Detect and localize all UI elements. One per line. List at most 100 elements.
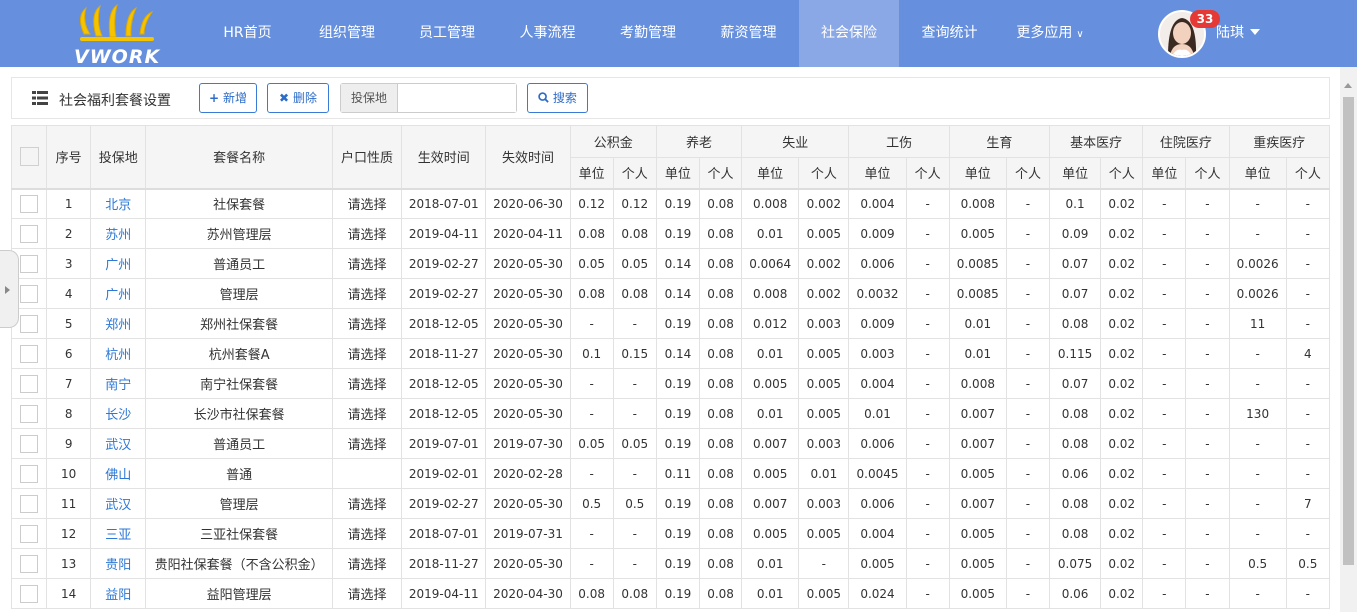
- cell-rate: -: [1285, 398, 1330, 429]
- cell-rate: -: [1005, 488, 1051, 519]
- scroll-up-arrow-icon[interactable]: [1344, 83, 1352, 88]
- cell-location-link[interactable]: 佛山: [90, 458, 147, 489]
- row-checkbox[interactable]: [20, 284, 39, 303]
- table-row[interactable]: 1 北京 社保套餐 请选择 2018-07-01 2020-06-30 0.12 0.12 0.…: [11, 187, 1330, 219]
- cell-end-date: 2020-05-30: [485, 398, 571, 429]
- nav-item-hr-home[interactable]: HR首页: [198, 0, 297, 67]
- table-row[interactable]: 4 广州 管理层 请选择 2019-02-27 2020-05-30 0.08 0.08 0.1…: [11, 278, 1330, 309]
- cell-rate: -: [1142, 458, 1187, 489]
- cell-location-link[interactable]: 南宁: [90, 368, 147, 399]
- row-checkbox[interactable]: [20, 314, 39, 333]
- col-start-date[interactable]: 生效时间: [401, 125, 487, 189]
- cell-rate: 0.007: [948, 428, 1007, 459]
- delete-button[interactable]: ✖ 删除: [267, 83, 329, 113]
- row-checkbox[interactable]: [20, 524, 39, 543]
- col-location[interactable]: 投保地: [90, 125, 147, 189]
- cell-rate: 0.002: [798, 248, 850, 279]
- cell-location-link[interactable]: 贵阳: [90, 548, 147, 579]
- col-seq: 序号: [46, 125, 92, 189]
- cell-location-link[interactable]: 益阳: [90, 578, 147, 609]
- row-checkbox[interactable]: [20, 224, 39, 243]
- table-row[interactable]: 5 郑州 郑州社保套餐 请选择 2018-12-05 2020-05-30- -0.19 0.…: [11, 308, 1330, 339]
- cell-location-link[interactable]: 武汉: [90, 488, 147, 519]
- cell-rate: 0.11: [655, 458, 700, 489]
- cell-location-link[interactable]: 广州: [90, 248, 147, 279]
- cell-rate: -: [905, 428, 950, 459]
- cell-end-date: 2020-05-30: [485, 248, 571, 279]
- cell-rate: -: [905, 278, 950, 309]
- side-panel-toggle[interactable]: [0, 250, 19, 328]
- nav-item-org[interactable]: 组织管理: [297, 0, 397, 67]
- cell-location-link[interactable]: 长沙: [90, 398, 147, 429]
- table-row[interactable]: 14 益阳 益阳管理层 请选择 2019-04-11 2020-04-30 0.08 0.08…: [11, 578, 1330, 609]
- cell-rate: 0.12: [612, 187, 657, 219]
- search-button[interactable]: 搜索: [527, 83, 588, 113]
- row-checkbox[interactable]: [20, 554, 39, 573]
- vertical-scrollbar[interactable]: [1340, 67, 1357, 612]
- table-row[interactable]: 3 广州 普通员工 请选择 2019-02-27 2020-05-30 0.05 0.05 0.…: [11, 248, 1330, 279]
- table-row[interactable]: 8 长沙 长沙市社保套餐 请选择 2018-12-05 2020-05-30- -0.19 0…: [11, 398, 1330, 429]
- cell-rate: -: [905, 458, 950, 489]
- cell-rate: -: [1285, 248, 1330, 279]
- cell-location-link[interactable]: 杭州: [90, 338, 147, 369]
- cell-rate: -: [905, 187, 950, 219]
- vwork-logo[interactable]: VWORK: [70, 4, 162, 68]
- cell-rate: 0.0085: [948, 278, 1007, 309]
- nav-item-employees[interactable]: 员工管理: [397, 0, 497, 67]
- cell-rate: -: [1228, 368, 1287, 399]
- cell-rate: -: [1228, 187, 1287, 219]
- cell-rate: 0.008: [948, 368, 1007, 399]
- cell-rate: 0.0085: [948, 248, 1007, 279]
- col-hukou[interactable]: 户口性质: [331, 125, 403, 189]
- cell-location-link[interactable]: 苏州: [90, 218, 147, 249]
- row-checkbox[interactable]: [20, 404, 39, 423]
- table-row[interactable]: 11 武汉 管理层 请选择 2019-02-27 2020-05-30 0.5 0.5 0.19…: [11, 488, 1330, 519]
- nav-item-attendance[interactable]: 考勤管理: [598, 0, 698, 67]
- row-select-cell: [11, 398, 48, 429]
- select-all-checkbox[interactable]: [19, 147, 39, 167]
- nav-item-social-insurance[interactable]: 社会保险: [799, 0, 899, 67]
- col-end-date[interactable]: 失效时间: [485, 125, 571, 189]
- row-checkbox[interactable]: [20, 494, 39, 513]
- row-checkbox[interactable]: [20, 464, 39, 483]
- cell-location-link[interactable]: 北京: [90, 187, 147, 219]
- table-row[interactable]: 10 佛山 普通 2019-02-01 2020-02-28- -0.11 0.08 0.00…: [11, 458, 1330, 489]
- nav-item-hr-process[interactable]: 人事流程: [497, 0, 598, 67]
- cell-plan-name: 管理层: [145, 278, 333, 309]
- scrollbar-thumb[interactable]: [1343, 97, 1354, 565]
- table-row[interactable]: 7 南宁 南宁社保套餐 请选择 2018-12-05 2020-05-30- -0.19 0.…: [11, 368, 1330, 399]
- cell-rate: 0.02: [1100, 398, 1144, 429]
- table-row[interactable]: 6 杭州 杭州套餐A 请选择 2018-11-27 2020-05-30 0.1 0.15 0.…: [11, 338, 1330, 369]
- nav-item-payroll[interactable]: 薪资管理: [698, 0, 799, 67]
- cell-location-link[interactable]: 郑州: [90, 308, 147, 339]
- row-checkbox[interactable]: [20, 344, 39, 363]
- nav-label: 人事流程: [519, 25, 576, 41]
- row-checkbox[interactable]: [20, 374, 39, 393]
- table-row[interactable]: 9 武汉 普通员工 请选择 2019-07-01 2019-07-30 0.05 0.05 0.…: [11, 428, 1330, 459]
- nav-item-more-apps[interactable]: 更多应用 ∨: [1000, 0, 1100, 67]
- cell-location-link[interactable]: 三亚: [90, 518, 147, 549]
- location-filter-input[interactable]: [399, 84, 516, 112]
- table-row[interactable]: 12 三亚 三亚社保套餐 请选择 2018-07-01 2019-07-31- -0.19 0…: [11, 518, 1330, 549]
- user-name[interactable]: 陆琪: [1216, 22, 1244, 42]
- cell-location-link[interactable]: 武汉: [90, 428, 147, 459]
- cell-rate: 0.14: [655, 338, 700, 369]
- cell-plan-name: 管理层: [145, 488, 333, 519]
- caret-down-icon[interactable]: [1250, 29, 1260, 35]
- cell-hukou: 请选择: [331, 218, 403, 249]
- table-row[interactable]: 13 贵阳 贵阳社保套餐（不含公积金） 请选择 2018-11-27 2020-05-30…: [11, 548, 1330, 579]
- row-checkbox[interactable]: [20, 434, 39, 453]
- cell-rate: -: [612, 308, 657, 339]
- row-checkbox[interactable]: [20, 584, 39, 603]
- row-checkbox[interactable]: [20, 194, 39, 213]
- col-plan-name[interactable]: 套餐名称: [145, 125, 333, 189]
- cell-rate: -: [569, 308, 614, 339]
- cell-rate: -: [612, 548, 657, 579]
- cell-location-link[interactable]: 广州: [90, 278, 147, 309]
- cell-rate: 0.005: [798, 518, 850, 549]
- col-group-housing-fund: 公积金: [569, 125, 657, 158]
- table-row[interactable]: 2 苏州 苏州管理层 请选择 2019-04-11 2020-04-11 0.08 0.08 0…: [11, 218, 1330, 249]
- row-checkbox[interactable]: [20, 254, 39, 273]
- nav-item-reports[interactable]: 查询统计: [899, 0, 1000, 67]
- add-button[interactable]: + 新增: [199, 83, 257, 113]
